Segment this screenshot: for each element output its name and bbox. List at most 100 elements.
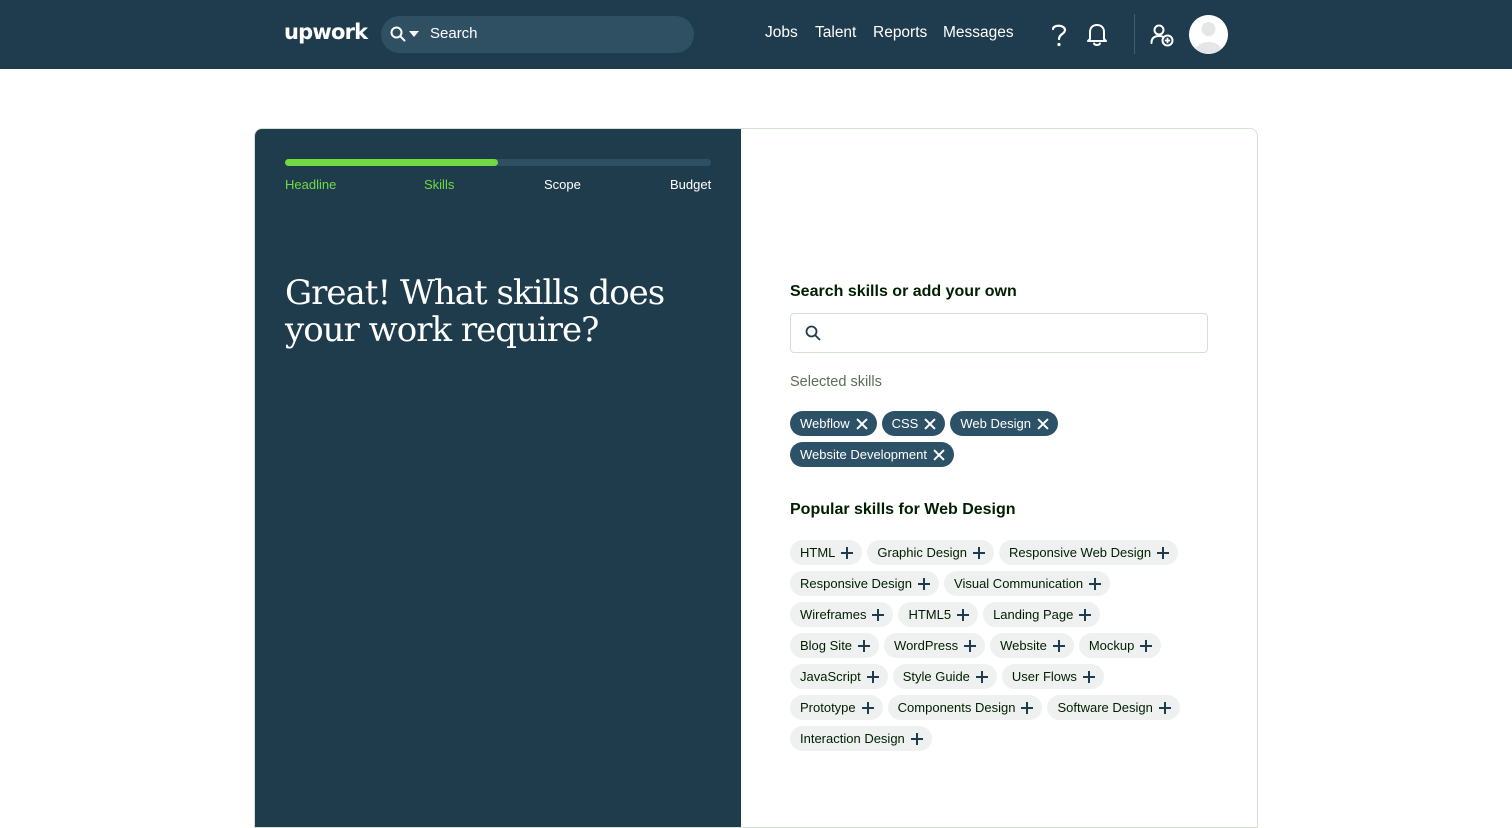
page-title: Great! What skills does your work requir… bbox=[285, 273, 665, 350]
close-icon[interactable] bbox=[933, 449, 945, 461]
popular-skills-list: HTML Graphic Design Responsive Web Design R… bbox=[790, 540, 1190, 751]
search-placeholder[interactable]: Search bbox=[430, 25, 478, 42]
close-icon[interactable] bbox=[856, 418, 868, 430]
skill-chip-label: User Flows bbox=[1011, 669, 1077, 684]
skill-chip-label: Style Guide bbox=[902, 669, 970, 684]
skill-chip-label: WordPress bbox=[894, 638, 959, 653]
plus-icon[interactable] bbox=[918, 577, 931, 590]
skill-chip-label: Wireframes bbox=[800, 607, 867, 622]
selected-skill-chip-css[interactable]: CSS bbox=[881, 411, 946, 436]
plus-icon[interactable] bbox=[1082, 670, 1095, 683]
skill-chip-label: Prototype bbox=[800, 700, 856, 715]
step-budget: Budget bbox=[670, 177, 712, 192]
selected-skill-chip-web-design[interactable]: Web Design bbox=[950, 411, 1058, 436]
skill-chip-label: Graphic Design bbox=[877, 545, 967, 560]
nav-link-talent[interactable]: Talent bbox=[815, 24, 856, 42]
plus-icon[interactable] bbox=[841, 546, 854, 559]
popular-skill-chip-javascript[interactable]: JavaScript bbox=[790, 664, 888, 689]
skill-chip-label: Landing Page bbox=[993, 607, 1074, 622]
nav-link-jobs[interactable]: Jobs bbox=[765, 24, 798, 42]
nav-link-messages[interactable]: Messages bbox=[943, 24, 1014, 42]
wizard-left-panel: Headline Skills Scope Budget Great! What… bbox=[255, 129, 741, 827]
nav-divider bbox=[1134, 14, 1135, 54]
progress-bar-fill bbox=[285, 159, 498, 166]
skill-chip-label: Interaction Design bbox=[800, 731, 905, 746]
skill-chip-label: JavaScript bbox=[800, 669, 861, 684]
skill-chip-label: Responsive Design bbox=[800, 576, 913, 591]
close-icon[interactable] bbox=[924, 418, 936, 430]
popular-skill-chip-prototype[interactable]: Prototype bbox=[790, 695, 883, 720]
close-icon[interactable] bbox=[1037, 418, 1049, 430]
skill-chip-label: Website Development bbox=[800, 447, 927, 462]
plus-icon[interactable] bbox=[1052, 639, 1065, 652]
add-user-icon[interactable] bbox=[1150, 23, 1174, 47]
plus-icon[interactable] bbox=[1140, 639, 1153, 652]
popular-skill-chip-website[interactable]: Website bbox=[990, 633, 1074, 658]
plus-icon[interactable] bbox=[858, 639, 871, 652]
skill-chip-label: Visual Communication bbox=[954, 576, 1084, 591]
plus-icon[interactable] bbox=[910, 732, 923, 745]
top-nav: upwork Search Jobs Talent Reports Messag… bbox=[0, 0, 1512, 69]
skill-chip-label: Website bbox=[1000, 638, 1047, 653]
nav-link-reports[interactable]: Reports bbox=[873, 24, 927, 42]
skills-search-title: Search skills or add your own bbox=[790, 283, 1017, 300]
plus-icon[interactable] bbox=[957, 608, 970, 621]
plus-icon[interactable] bbox=[872, 608, 885, 621]
skill-chip-label: Mockup bbox=[1088, 638, 1135, 653]
skills-search-input[interactable] bbox=[790, 313, 1208, 353]
bell-icon[interactable] bbox=[1086, 22, 1108, 47]
popular-skill-chip-user-flows[interactable]: User Flows bbox=[1001, 664, 1104, 689]
plus-icon[interactable] bbox=[861, 701, 874, 714]
popular-skill-chip-landing-page[interactable]: Landing Page bbox=[983, 602, 1101, 627]
skill-chip-label: Responsive Web Design bbox=[1009, 545, 1152, 560]
plus-icon[interactable] bbox=[1021, 701, 1034, 714]
popular-skill-chip-responsive-web-design[interactable]: Responsive Web Design bbox=[999, 540, 1179, 565]
popular-skill-chip-wireframes[interactable]: Wireframes bbox=[790, 602, 894, 627]
popular-skill-chip-responsive-design[interactable]: Responsive Design bbox=[790, 571, 940, 596]
popular-skill-chip-interaction-design[interactable]: Interaction Design bbox=[790, 726, 932, 751]
plus-icon[interactable] bbox=[866, 670, 879, 683]
global-search[interactable]: Search bbox=[381, 16, 694, 53]
plus-icon[interactable] bbox=[1157, 546, 1170, 559]
popular-skill-chip-html5[interactable]: HTML5 bbox=[898, 602, 979, 627]
selected-skill-chip-webflow[interactable]: Webflow bbox=[790, 411, 877, 436]
popular-skills-title: Popular skills for Web Design bbox=[790, 501, 1016, 518]
plus-icon[interactable] bbox=[1089, 577, 1102, 590]
popular-skill-chip-components-design[interactable]: Components Design bbox=[887, 695, 1043, 720]
default-avatar-icon bbox=[1189, 15, 1228, 54]
help-icon[interactable] bbox=[1050, 22, 1068, 48]
skill-chip-label: Webflow bbox=[800, 416, 850, 431]
plus-icon[interactable] bbox=[964, 639, 977, 652]
skill-chip-label: CSS bbox=[891, 416, 919, 431]
search-type-dropdown-icon[interactable] bbox=[409, 31, 419, 37]
skill-chip-label: Software Design bbox=[1057, 700, 1153, 715]
skill-chip-label: Blog Site bbox=[800, 638, 853, 653]
selected-skill-chip-website-development[interactable]: Website Development bbox=[790, 442, 954, 467]
search-icon bbox=[390, 26, 406, 42]
popular-skill-chip-software-design[interactable]: Software Design bbox=[1047, 695, 1180, 720]
avatar[interactable] bbox=[1189, 15, 1228, 54]
skill-chip-label: HTML5 bbox=[908, 607, 952, 622]
popular-skill-chip-html[interactable]: HTML bbox=[790, 540, 863, 565]
step-headline: Headline bbox=[285, 177, 337, 192]
step-scope: Scope bbox=[544, 177, 581, 192]
plus-icon[interactable] bbox=[1158, 701, 1171, 714]
popular-skill-chip-visual-communication[interactable]: Visual Communication bbox=[944, 571, 1111, 596]
plus-icon[interactable] bbox=[975, 670, 988, 683]
job-post-wizard-card: Headline Skills Scope Budget Great! What… bbox=[254, 128, 1258, 828]
popular-skill-chip-style-guide[interactable]: Style Guide bbox=[892, 664, 997, 689]
search-icon bbox=[805, 325, 821, 341]
plus-icon[interactable] bbox=[1079, 608, 1092, 621]
popular-skill-chip-mockup[interactable]: Mockup bbox=[1078, 633, 1162, 658]
step-skills: Skills bbox=[424, 177, 455, 192]
selected-skills-list: Webflow CSS Web Design Website Development bbox=[790, 411, 1210, 467]
plus-icon[interactable] bbox=[973, 546, 985, 559]
popular-skill-chip-graphic-design[interactable]: Graphic Design bbox=[867, 540, 994, 565]
skill-chip-label: Web Design bbox=[960, 416, 1031, 431]
upwork-logo[interactable]: upwork bbox=[284, 20, 368, 44]
popular-skill-chip-wordpress[interactable]: WordPress bbox=[884, 633, 986, 658]
popular-skill-chip-blog-site[interactable]: Blog Site bbox=[790, 633, 880, 658]
skill-chip-label: Components Design bbox=[897, 700, 1016, 715]
skill-chip-label: HTML bbox=[800, 545, 836, 560]
selected-skills-label: Selected skills bbox=[790, 374, 882, 390]
